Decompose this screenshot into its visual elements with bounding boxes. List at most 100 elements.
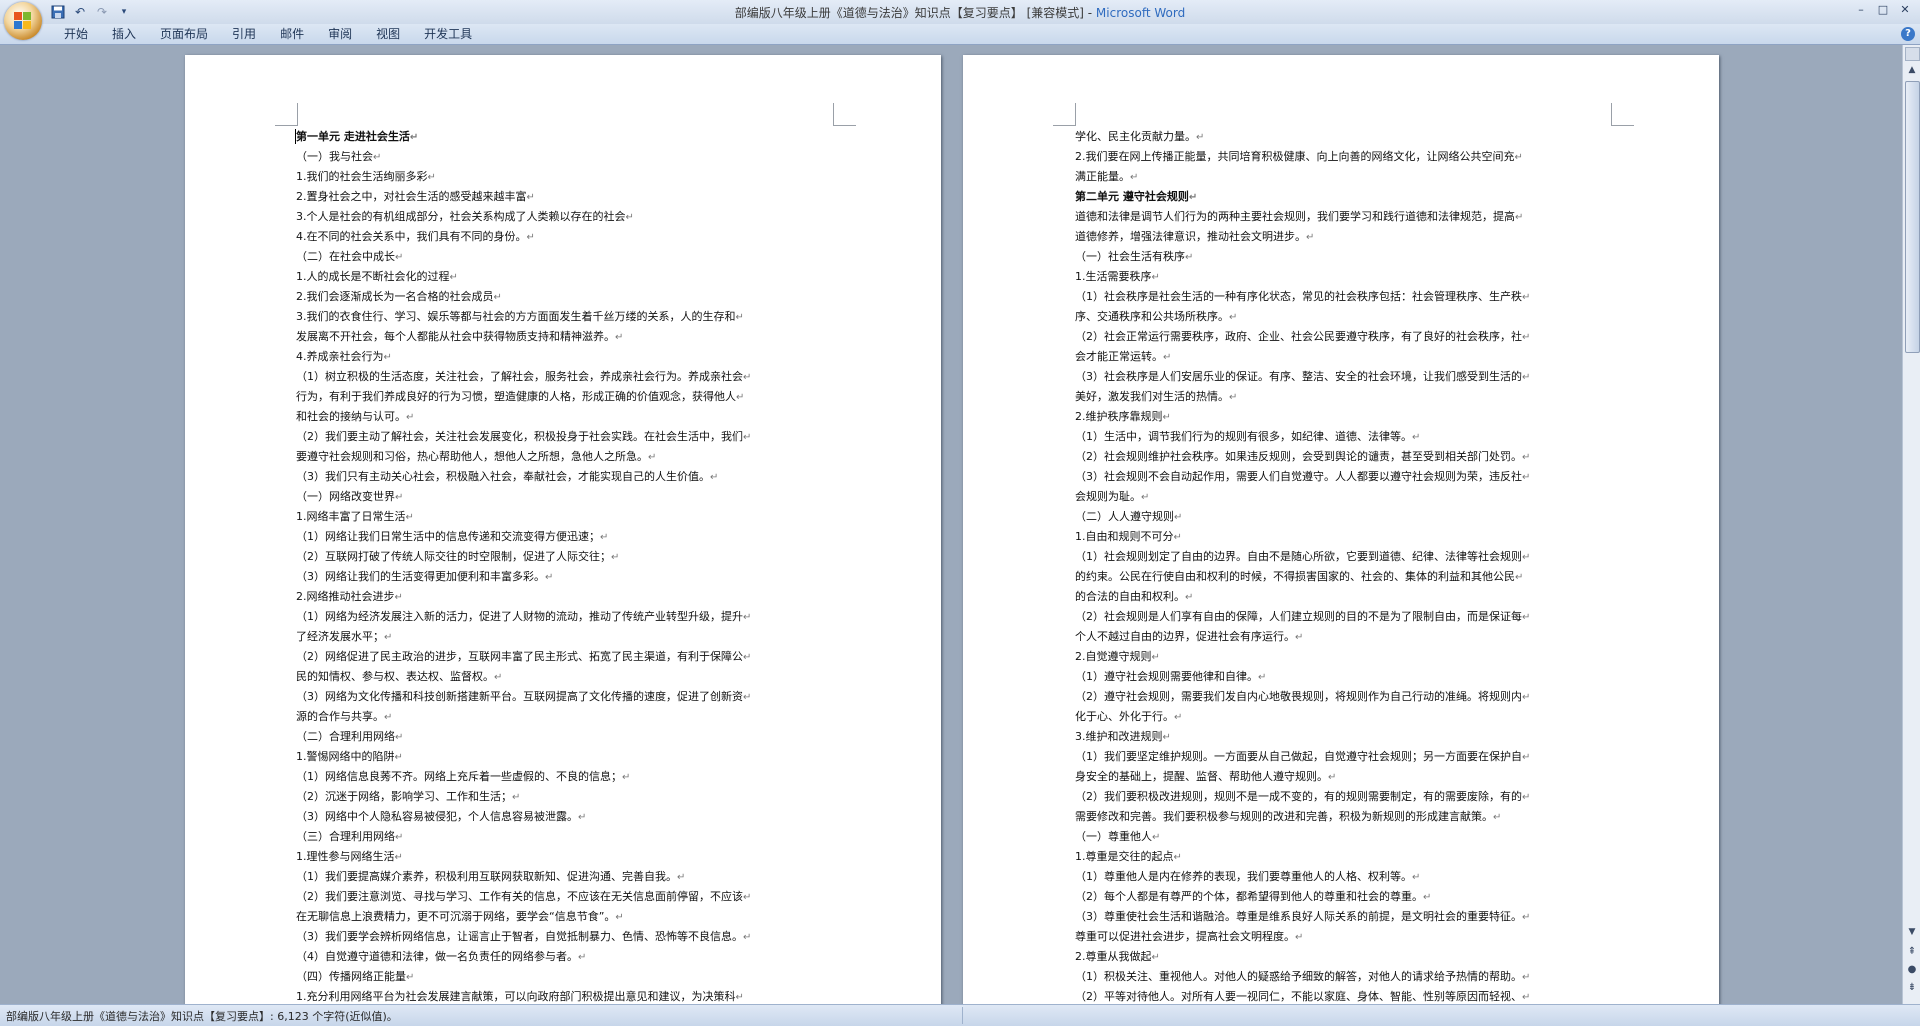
document-page[interactable]: 第一单元 走进社会生活↵ （一）我与社会↵ 1.我们的社会生活绚丽多彩↵ 2.置身社会…	[185, 55, 941, 1004]
paragraph-line: 美好，激发我们对生活的热情。↵	[1075, 390, 1238, 403]
paragraph-mark-icon: ↵	[1173, 532, 1182, 543]
paragraph-mark-icon: ↵	[1295, 932, 1304, 943]
tab-insert[interactable]: 插入	[100, 24, 148, 44]
tab-mailings[interactable]: 邮件	[268, 24, 316, 44]
next-page-icon[interactable]: ⇟	[1905, 981, 1919, 995]
paragraph-mark-icon: ↵	[526, 232, 535, 243]
paragraph-line: 的约束。公民在行使自由和权利的时候，不得损害国家的、社会的、集体的利益和其他公民…	[1075, 570, 1524, 583]
paragraph-line: （2）我们要主动了解社会，关注社会发展变化，积极投身于社会实践。在社会生活中，我…	[296, 430, 752, 443]
close-button[interactable]: ✕	[1894, 2, 1916, 18]
help-icon[interactable]: ?	[1901, 27, 1915, 41]
vertical-scrollbar[interactable]: ▲ ▼ ⇞ ● ⇟	[1902, 45, 1920, 1004]
paragraph-mark-icon: ↵	[1151, 652, 1160, 663]
paragraph-mark-icon: ↵	[743, 432, 752, 443]
paragraph-line: 需要修改和完善。我们要积极参与规则的改进和完善，积极为新规则的形成建言献策。↵	[1075, 810, 1502, 823]
document-name: 部编版八年级上册《道德与法治》知识点【复习要点】 [兼容模式] -	[734, 6, 1096, 20]
paragraph-mark-icon: ↵	[395, 732, 404, 743]
paragraph-line: 身安全的基础上，提醒、监督、帮助他人遵守规则。↵	[1075, 770, 1337, 783]
paragraph-line: （一）社会生活有秩序↵	[1075, 250, 1194, 263]
scroll-up-arrow-icon[interactable]: ▲	[1905, 63, 1919, 77]
paragraph-line: 2.置身社会之中，对社会生活的感受越来越丰富↵	[296, 190, 535, 203]
paragraph-mark-icon: ↵	[449, 272, 458, 283]
tab-view[interactable]: 视图	[364, 24, 412, 44]
paragraph-mark-icon: ↵	[1130, 172, 1139, 183]
paragraph-line: （3）我们只有主动关心社会，积极融入社会，奉献社会，才能实现自己的人生价值。↵	[296, 470, 719, 483]
word-count-status[interactable]: 部编版八年级上册《道德与法治》知识点【复习要点】: 6,123 个字符(近似值)…	[6, 1008, 398, 1024]
tab-home[interactable]: 开始	[52, 24, 100, 44]
paragraph-mark-icon: ↵	[611, 552, 620, 563]
paragraph-mark-icon: ↵	[1306, 232, 1315, 243]
paragraph-line: 3.维护和改进规则↵	[1075, 730, 1171, 743]
paragraph-line: （二）合理利用网络↵	[296, 730, 404, 743]
paragraph-mark-icon: ↵	[406, 972, 415, 983]
view-ruler-button[interactable]	[1905, 47, 1920, 61]
paragraph-mark-icon: ↵	[1515, 572, 1524, 583]
paragraph-line: （1）社会规则划定了自由的边界。自由不是随心所欲，它要到道德、纪律、法律等社会规…	[1075, 550, 1531, 563]
paragraph-mark-icon: ↵	[648, 452, 657, 463]
minimize-button[interactable]: –	[1850, 2, 1872, 18]
select-browse-object-icon[interactable]: ●	[1905, 963, 1919, 977]
paragraph-line: 1.警惕网络中的陷阱↵	[296, 750, 403, 763]
office-button[interactable]	[4, 2, 42, 40]
paragraph-line: （1）遵守社会规则需要他律和自律。↵	[1075, 670, 1267, 683]
paragraph-mark-icon: ↵	[578, 812, 587, 823]
crop-mark	[275, 103, 298, 126]
crop-mark	[1611, 103, 1634, 126]
paragraph-line: 1.我们的社会生活绚丽多彩↵	[296, 170, 436, 183]
document-page[interactable]: 学化、民主化贡献力量。↵ 2.我们要在网上传播正能量，共同培育积极健康、向上向善的…	[963, 55, 1719, 1004]
paragraph-mark-icon: ↵	[493, 292, 502, 303]
paragraph-mark-icon: ↵	[384, 712, 393, 723]
paragraph-line: （1）网络信息良莠不齐。网络上充斥着一些虚假的、不良的信息；↵	[296, 770, 631, 783]
tab-references[interactable]: 引用	[220, 24, 268, 44]
paragraph-mark-icon: ↵	[735, 992, 744, 1003]
paragraph-mark-icon: ↵	[1522, 612, 1531, 623]
paragraph-line: 道德和法律是调节人们行为的两种主要社会规则，我们要学习和践行道德和法律规范，提高…	[1075, 210, 1524, 223]
paragraph-line: （1）我们要坚定维护规则。一方面要从自己做起，自觉遵守社会规则；另一方面要在保护…	[1075, 750, 1531, 763]
paragraph-line: 化于心、外化于行。↵	[1075, 710, 1183, 723]
paragraph-mark-icon: ↵	[1174, 512, 1183, 523]
paragraph-mark-icon: ↵	[406, 412, 415, 423]
paragraph-mark-icon: ↵	[1522, 692, 1531, 703]
paragraph-mark-icon: ↵	[1295, 632, 1304, 643]
paragraph-mark-icon: ↵	[615, 912, 624, 923]
scroll-down-arrow-icon[interactable]: ▼	[1905, 925, 1919, 939]
paragraph-line: （3）网络为文化传播和科技创新搭建新平台。互联网提高了文化传播的速度，促进了创新…	[296, 690, 752, 703]
paragraph-mark-icon: ↵	[395, 252, 404, 263]
paragraph-mark-icon: ↵	[1522, 372, 1531, 383]
office-logo-icon	[14, 12, 32, 30]
paragraph-mark-icon: ↵	[427, 172, 436, 183]
tab-review[interactable]: 审阅	[316, 24, 364, 44]
paragraph-mark-icon: ↵	[1229, 312, 1238, 323]
crop-mark	[833, 103, 856, 126]
scrollbar-thumb[interactable]	[1905, 81, 1920, 353]
tab-developer[interactable]: 开发工具	[412, 24, 484, 44]
previous-page-icon[interactable]: ⇞	[1905, 945, 1919, 959]
paragraph-mark-icon: ↵	[622, 772, 631, 783]
paragraph-mark-icon: ↵	[1522, 992, 1531, 1003]
page-text[interactable]: 学化、民主化贡献力量。↵ 2.我们要在网上传播正能量，共同培育积极健康、向上向善的…	[1075, 127, 1613, 1004]
paragraph-line: （2）我们要注意浏览、寻找与学习、工作有关的信息，不应该在无关信息面前停留，不应…	[296, 890, 752, 903]
crop-mark	[1053, 103, 1076, 126]
paragraph-line: （三）合理利用网络↵	[296, 830, 404, 843]
paragraph-line: （2）每个人都是有尊严的个体，都希望得到他人的尊重和社会的尊重。↵	[1075, 890, 1432, 903]
paragraph-mark-icon: ↵	[1229, 392, 1238, 403]
paragraph-mark-icon: ↵	[1522, 292, 1531, 303]
paragraph-line: （二）人人遵守规则↵	[1075, 510, 1183, 523]
title-bar: ↶ ↷ ▾ 部编版八年级上册《道德与法治》知识点【复习要点】 [兼容模式] - …	[0, 0, 1920, 40]
maximize-button[interactable]: □	[1872, 2, 1894, 18]
paragraph-line: （3）网络中个人隐私容易被侵犯，个人信息容易被泄露。↵	[296, 810, 587, 823]
paragraph-line: （2）沉迷于网络，影响学习、工作和生活；↵	[296, 790, 521, 803]
window-controls: – □ ✕	[1850, 2, 1916, 18]
tab-page-layout[interactable]: 页面布局	[148, 24, 220, 44]
paragraph-line: （1）社会秩序是社会生活的一种有序化状态，常见的社会秩序包括：社会管理秩序、生产…	[1075, 290, 1531, 303]
window-title: 部编版八年级上册《道德与法治》知识点【复习要点】 [兼容模式] - Micros…	[0, 4, 1920, 21]
paragraph-line: （1）网络让我们日常生活中的信息传递和交流变得方便迅速；↵	[296, 530, 609, 543]
paragraph-mark-icon: ↵	[1522, 912, 1531, 923]
ribbon-tab-bar: 开始 插入 页面布局 引用 邮件 审阅 视图 开发工具 ?	[0, 24, 1920, 45]
paragraph-mark-icon: ↵	[1163, 352, 1172, 363]
paragraph-line: 2.维护秩序靠规则↵	[1075, 410, 1171, 423]
paragraph-mark-icon: ↵	[600, 532, 609, 543]
paragraph-line: 2.网络推动社会进步↵	[296, 590, 403, 603]
paragraph-line: 在无聊信息上浪费精力，更不可沉溺于网络，要学会“信息节食”。↵	[296, 910, 624, 923]
page-text[interactable]: 第一单元 走进社会生活↵ （一）我与社会↵ 1.我们的社会生活绚丽多彩↵ 2.置身社会…	[296, 127, 834, 1004]
